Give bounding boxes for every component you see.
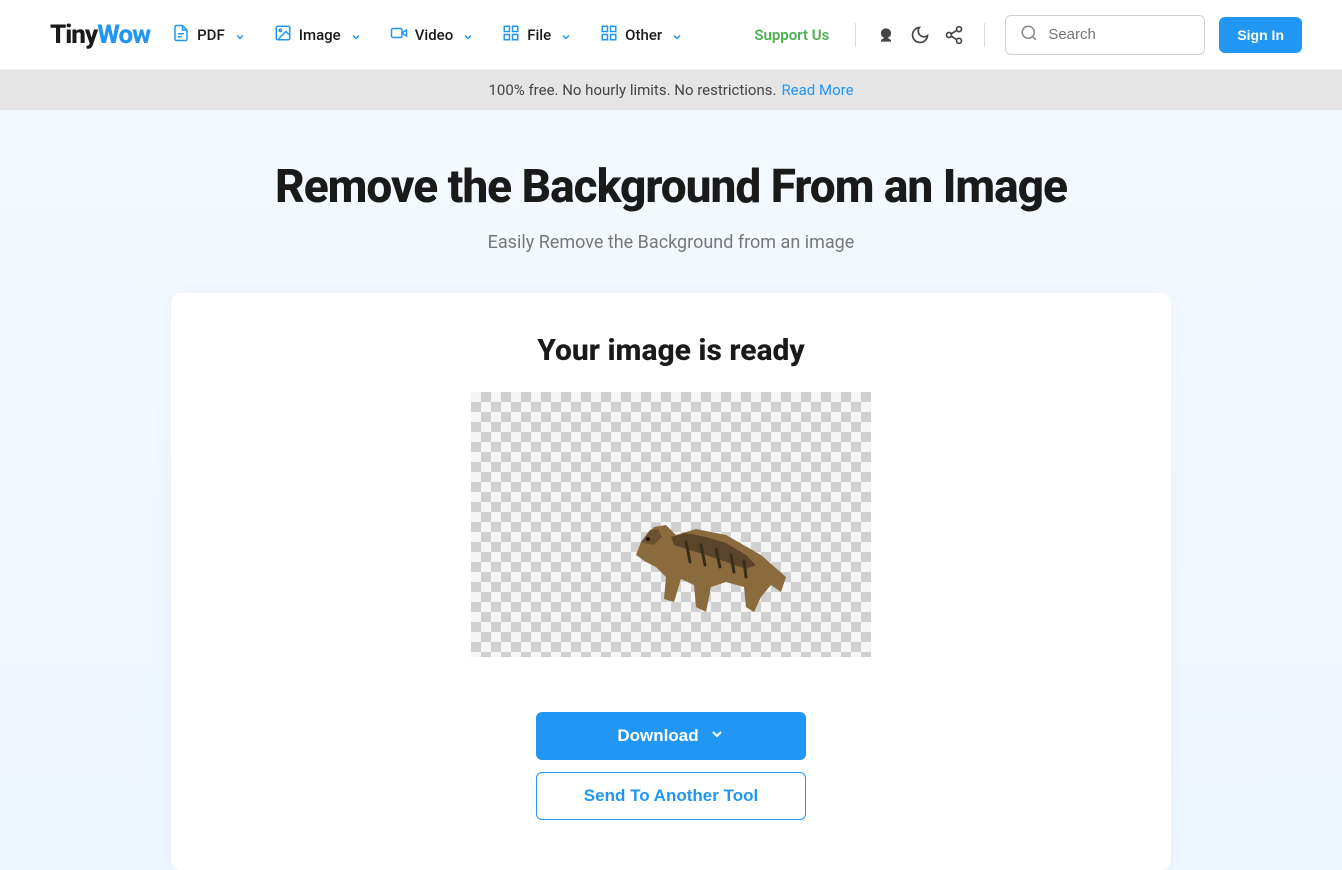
logo-part2: Wow xyxy=(97,20,150,50)
page-subtitle: Easily Remove the Background from an ima… xyxy=(20,232,1322,253)
support-link[interactable]: Support Us xyxy=(754,26,829,44)
main-nav: PDF Image Video File xyxy=(172,24,754,46)
promo-banner: 100% free. No hourly limits. No restrict… xyxy=(0,70,1342,110)
chevron-down-icon xyxy=(671,29,683,41)
result-card: Your image is ready Download xyxy=(171,293,1171,870)
card-title: Your image is ready xyxy=(221,333,1121,368)
divider xyxy=(855,23,856,47)
header: TinyWow PDF Image Video xyxy=(0,0,1342,70)
search-box[interactable] xyxy=(1005,15,1205,55)
moon-icon[interactable] xyxy=(910,25,930,45)
chevron-down-icon xyxy=(462,29,474,41)
download-label: Download xyxy=(617,726,698,746)
image-icon xyxy=(274,24,292,46)
sign-in-button[interactable]: Sign In xyxy=(1219,17,1302,53)
video-icon xyxy=(390,24,408,46)
divider xyxy=(984,23,985,47)
main-content: Remove the Background From an Image Easi… xyxy=(0,110,1342,870)
search-input[interactable] xyxy=(1048,26,1190,43)
nav-image[interactable]: Image xyxy=(274,24,362,46)
banner-read-more[interactable]: Read More xyxy=(781,81,853,99)
send-to-tool-button[interactable]: Send To Another Tool xyxy=(536,772,806,820)
share-icon[interactable] xyxy=(944,25,964,45)
logo[interactable]: TinyWow xyxy=(50,20,150,50)
action-buttons: Download Send To Another Tool xyxy=(221,712,1121,820)
nav-file[interactable]: File xyxy=(502,24,572,46)
page-title: Remove the Background From an Image xyxy=(20,160,1322,214)
pdf-icon xyxy=(172,24,190,46)
result-image xyxy=(626,507,796,627)
logo-part1: Tiny xyxy=(50,20,97,50)
chevron-down-icon xyxy=(560,29,572,41)
chevron-down-icon xyxy=(709,726,725,747)
header-right: Support Us Sign In xyxy=(754,15,1302,55)
nav-file-label: File xyxy=(527,26,551,44)
nav-image-label: Image xyxy=(299,26,341,44)
chevron-down-icon xyxy=(350,29,362,41)
banner-text: 100% free. No hourly limits. No restrict… xyxy=(488,81,776,99)
nav-pdf-label: PDF xyxy=(197,26,225,44)
add-icon[interactable] xyxy=(876,25,896,45)
nav-video-label: Video xyxy=(415,26,454,44)
result-image-area xyxy=(471,392,871,657)
nav-pdf[interactable]: PDF xyxy=(172,24,246,46)
grid-icon xyxy=(502,24,520,46)
chevron-down-icon xyxy=(234,29,246,41)
grid-icon xyxy=(600,24,618,46)
nav-video[interactable]: Video xyxy=(390,24,475,46)
nav-other-label: Other xyxy=(625,26,662,44)
search-icon xyxy=(1020,24,1048,46)
nav-other[interactable]: Other xyxy=(600,24,683,46)
download-button[interactable]: Download xyxy=(536,712,806,760)
